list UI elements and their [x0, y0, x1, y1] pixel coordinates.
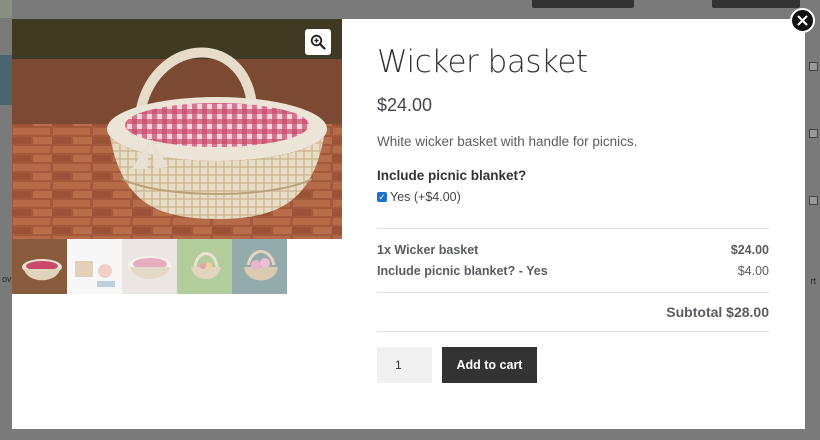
divider: [377, 331, 769, 332]
summary-line-amount: $4.00: [737, 264, 769, 278]
divider: [377, 292, 769, 293]
zoom-in-icon: [310, 34, 326, 50]
thumbnail-1[interactable]: [12, 239, 67, 294]
addon-checkbox[interactable]: ✓: [377, 192, 387, 202]
background-add-to-cart-button: [712, 0, 800, 8]
summary-line-name: Include picnic blanket? - Yes: [377, 264, 548, 278]
thumbnail-4[interactable]: [177, 239, 232, 294]
zoom-button[interactable]: [305, 29, 331, 55]
summary-line: 1x Wicker basket $24.00: [377, 243, 769, 257]
background-checkbox: [809, 196, 818, 205]
add-to-cart-button[interactable]: Add to cart: [442, 347, 537, 383]
background-image: [0, 55, 12, 105]
basket-photo: [12, 19, 342, 239]
thumbnail-5[interactable]: [232, 239, 287, 294]
product-main-image[interactable]: [12, 19, 342, 239]
close-icon: [797, 15, 808, 26]
summary-line-name: 1x Wicker basket: [377, 243, 479, 257]
background-button: [532, 0, 634, 8]
addon-option-label: Yes (+$4.00): [390, 190, 461, 204]
background-checkbox: [809, 62, 818, 71]
background-text: rt: [810, 276, 817, 286]
thumbnail-gallery: [12, 239, 287, 294]
summary-line-amount: $24.00: [730, 243, 769, 257]
background-checkbox: [809, 129, 818, 138]
product-price: $24.00: [377, 95, 433, 115]
quick-view-modal: Wicker basket $24.00 White wicker basket…: [12, 19, 805, 429]
addon-option[interactable]: ✓ Yes (+$4.00): [377, 190, 461, 204]
thumbnail-2[interactable]: [67, 239, 122, 294]
divider: [377, 228, 769, 229]
summary-line: Include picnic blanket? - Yes $4.00: [377, 264, 769, 278]
thumbnail-3[interactable]: [122, 239, 177, 294]
product-description: White wicker basket with handle for picn…: [377, 134, 638, 149]
addon-heading: Include picnic blanket?: [377, 168, 527, 183]
background-text: ov: [2, 274, 12, 284]
quantity-input[interactable]: [377, 347, 432, 383]
background-image: [0, 0, 12, 18]
subtotal: Subtotal $28.00: [666, 304, 769, 320]
close-button[interactable]: [790, 8, 815, 33]
product-title: Wicker basket: [377, 44, 588, 80]
